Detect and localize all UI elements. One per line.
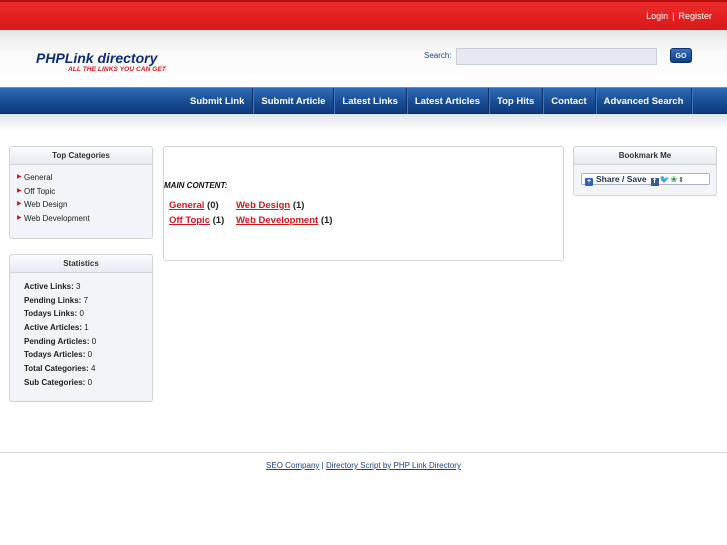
category-link-off-topic[interactable]: ▶ Off Topic: [17, 185, 152, 199]
stat-total-categories: Total Categories: 4: [24, 364, 96, 374]
stat-pending-links: Pending Links: 7: [24, 295, 89, 305]
nav-advanced-search[interactable]: Advanced Search: [596, 88, 693, 115]
category-link-web-design[interactable]: ▶ Web Design: [17, 198, 152, 212]
category-row: Off Topic (1) Web Development (1): [169, 213, 332, 228]
subnav-strip: [0, 114, 727, 130]
arrow-right-icon: ▶: [17, 174, 22, 180]
share-label: Share / Save: [596, 174, 647, 184]
auth-separator: |: [672, 11, 675, 21]
statistics-box: Statistics Active Links: 3 Pending Links…: [9, 254, 153, 402]
nav-top-hits[interactable]: Top Hits: [489, 88, 544, 115]
site-logo[interactable]: PHPLink directory: [36, 50, 157, 66]
nav-submit-article[interactable]: Submit Article: [253, 88, 335, 115]
footer-divider: [0, 452, 727, 453]
nav-latest-articles[interactable]: Latest Articles: [407, 88, 489, 115]
bookmark-box: Bookmark Me + Share / Save f 🐦❀⇕: [573, 146, 717, 196]
site-tagline: ALL THE LINKS YOU CAN GET: [68, 66, 166, 73]
main-content: MAIN CONTENT: General (0) Web Design (1) …: [163, 146, 564, 261]
directory-script-link[interactable]: Directory Script by PHP Link Directory: [326, 461, 461, 470]
category-count: (0): [207, 200, 219, 211]
stat-active-links: Active Links: 3: [24, 282, 81, 291]
share-service-icon: ❀: [670, 175, 678, 184]
search-label: Search:: [424, 51, 452, 60]
main-category-off-topic[interactable]: Off Topic: [169, 215, 210, 226]
register-link[interactable]: Register: [678, 11, 712, 21]
login-link[interactable]: Login: [646, 11, 668, 21]
facebook-icon: f: [650, 178, 659, 186]
top-categories-title: Top Categories: [10, 147, 152, 165]
search-input[interactable]: [456, 48, 657, 65]
category-count: (1): [292, 200, 305, 211]
stat-active-articles: Active Articles: 1: [24, 323, 89, 333]
arrow-right-icon: ▶: [17, 187, 22, 194]
main-category-web-development[interactable]: Web Development: [236, 215, 318, 226]
category-row: General (0) Web Design (1): [169, 198, 332, 213]
auth-links: Login | Register: [646, 11, 712, 21]
main-content-heading: MAIN CONTENT:: [164, 181, 228, 190]
seo-company-link[interactable]: SEO Company: [266, 461, 319, 470]
main-nav: Submit Link Submit Article Latest Links …: [0, 87, 727, 115]
up-down-arrows-icon: ⇕: [678, 177, 685, 184]
nav-submit-link[interactable]: Submit Link: [182, 88, 254, 115]
arrow-right-icon: ▶: [17, 214, 22, 221]
category-count: (1): [212, 215, 225, 226]
site-footer: SEO Company | Directory Script by PHP Li…: [0, 461, 727, 470]
stat-todays-articles: Todays Articles: 0: [24, 350, 93, 360]
category-link-general[interactable]: ▶ General: [17, 171, 152, 185]
stat-pending-articles: Pending Articles: 0: [24, 336, 97, 346]
main-category-web-design[interactable]: Web Design: [236, 200, 290, 211]
top-bar: Login | Register: [0, 0, 727, 30]
bookmark-title: Bookmark Me: [574, 147, 716, 165]
top-categories-box: Top Categories ▶ General ▶ Off Topic ▶ Web …: [9, 146, 153, 239]
main-category-general[interactable]: General: [169, 200, 204, 211]
footer-separator: |: [321, 461, 324, 470]
share-save-button[interactable]: + Share / Save f 🐦❀⇕: [581, 173, 710, 186]
arrow-right-icon: ▶: [17, 201, 22, 207]
site-header: PHPLink directory ALL THE LINKS YOU CAN …: [0, 30, 727, 87]
category-link-web-development[interactable]: ▶ Web Development: [17, 212, 152, 226]
stat-todays-links: Todays Links: 0: [24, 309, 84, 319]
nav-latest-links[interactable]: Latest Links: [334, 88, 407, 115]
nav-contact[interactable]: Contact: [543, 88, 596, 115]
category-count: (1): [320, 215, 333, 226]
category-grid: General (0) Web Design (1) Off Topic (1) W…: [169, 198, 332, 228]
plus-icon: +: [585, 178, 593, 186]
stat-sub-categories: Sub Categories: 0: [24, 377, 93, 387]
statistics-title: Statistics: [10, 255, 152, 273]
twitter-icon: 🐦: [659, 175, 670, 184]
search-go-button[interactable]: GO: [670, 48, 692, 63]
